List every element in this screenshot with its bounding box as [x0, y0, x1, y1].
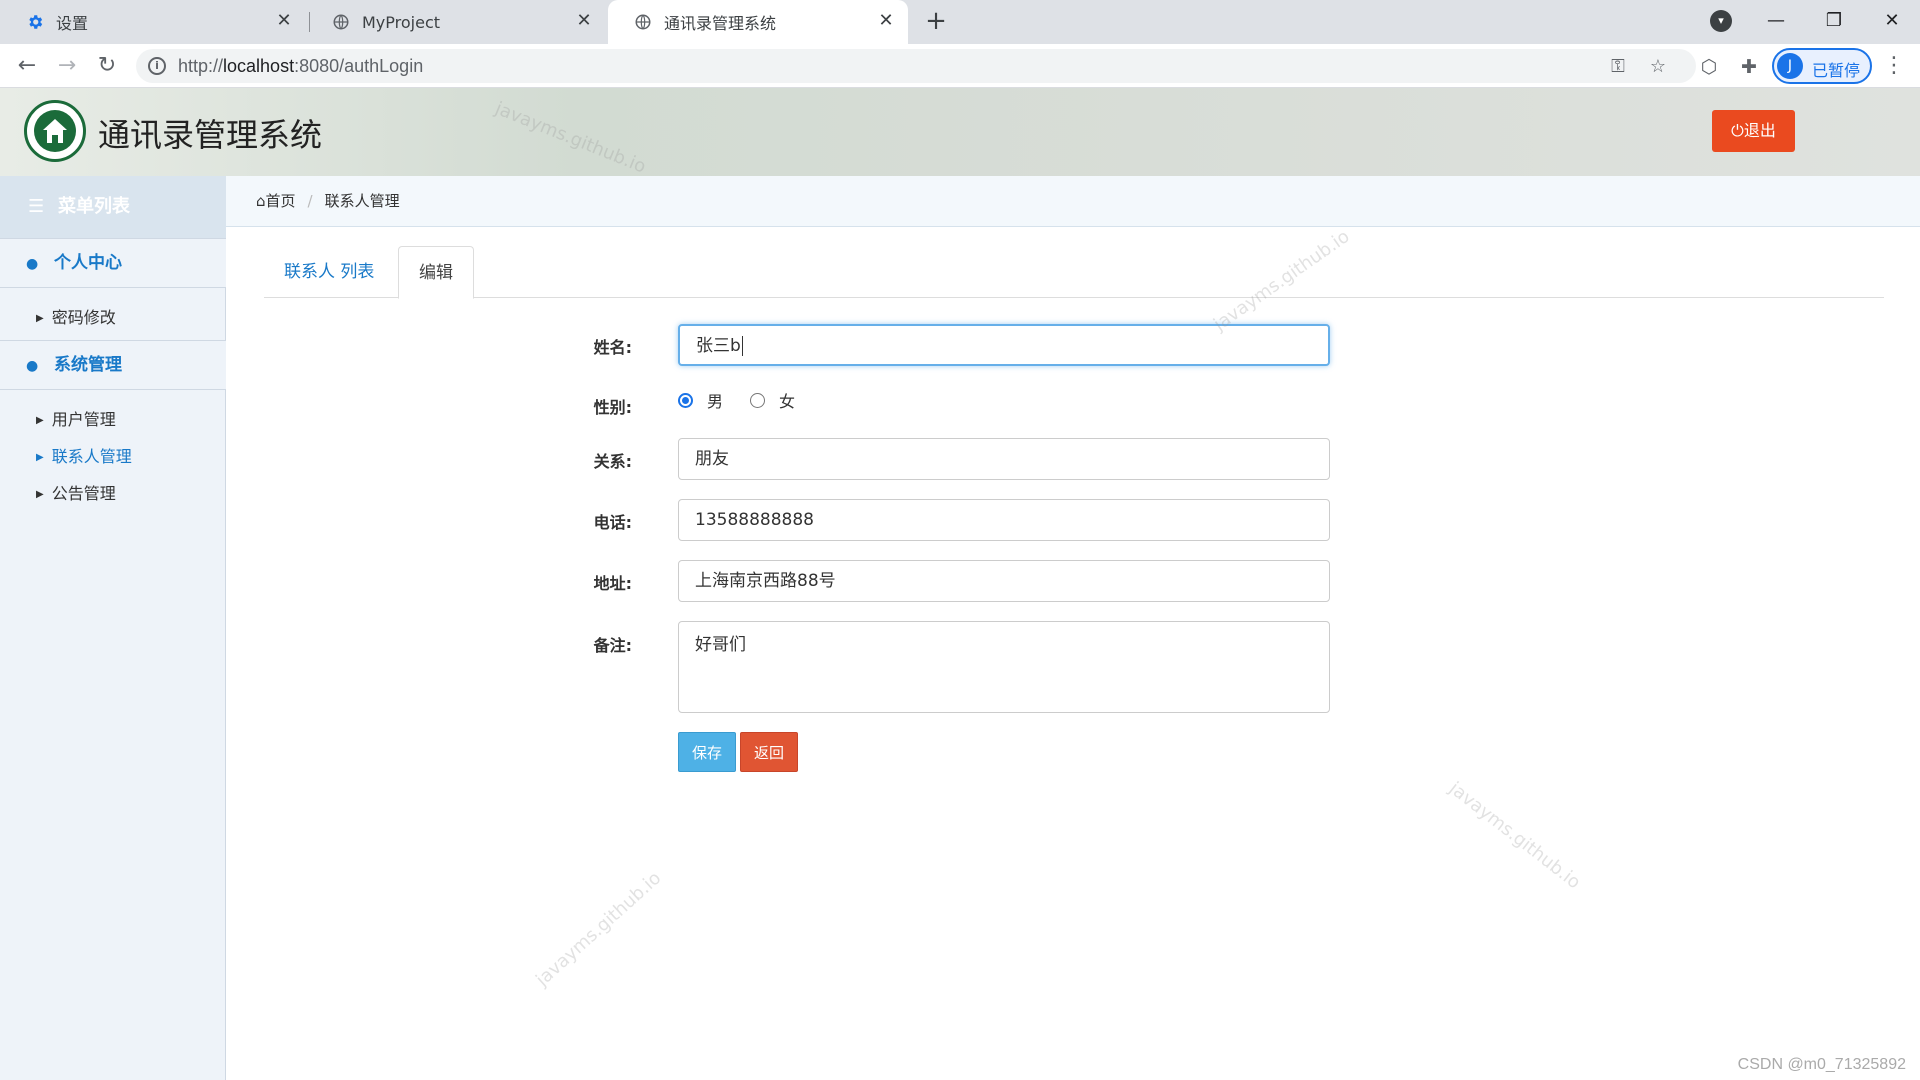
sidebar-group-personal[interactable]: ● 个人中心	[0, 238, 226, 288]
globe-icon	[634, 13, 652, 31]
browser-tab-active[interactable]: 通讯录管理系统 ✕	[608, 0, 908, 44]
user-icon: ●	[26, 358, 39, 374]
browser-tab-title: 设置	[56, 14, 89, 33]
text-caret: ​	[741, 336, 743, 356]
caret-right-icon: ▶	[36, 313, 44, 324]
relation-label: 关系:	[593, 452, 632, 471]
more-menu-icon[interactable]: ⋮	[1880, 52, 1908, 80]
key-icon[interactable]: ⚿	[1606, 55, 1630, 79]
restore-icon[interactable]: ❐	[1814, 6, 1854, 36]
sidebar-group-system[interactable]: ● 系统管理	[0, 340, 226, 390]
phone-input[interactable]: 13588888888	[678, 499, 1330, 541]
sidebar-item-contacts[interactable]: ▶ 联系人管理	[36, 443, 132, 467]
url-text[interactable]: http://localhost:8080/authLogin	[178, 56, 423, 77]
browser-tab-title: MyProject	[362, 12, 441, 32]
caret-right-icon: ▶	[36, 489, 44, 500]
gender-male-option[interactable]: 男	[678, 388, 723, 412]
content-tabs: 联系人 列表 编辑	[264, 246, 1884, 299]
new-tab-button[interactable]: +	[922, 8, 950, 36]
logout-button[interactable]: ⏻退出	[1712, 110, 1795, 152]
note-textarea[interactable]: 好哥们	[678, 621, 1330, 713]
address-input[interactable]: 上海南京西路88号	[678, 560, 1330, 602]
list-icon: ☰	[28, 196, 45, 217]
address-bar[interactable]: i http://localhost:8080/authLogin ⚿ ☆	[136, 49, 1696, 83]
logo	[24, 100, 86, 162]
reload-icon[interactable]: ↻	[92, 51, 122, 81]
gear-icon	[26, 13, 44, 31]
forward-arrow-icon[interactable]: →	[52, 51, 82, 81]
note-label: 备注:	[593, 636, 632, 655]
power-icon: ⏻	[1731, 121, 1744, 140]
caret-right-icon: ▶	[36, 415, 44, 426]
globe-icon	[332, 13, 350, 31]
app-header: 通讯录管理系统 ⏻退出	[0, 88, 1920, 176]
user-icon: ●	[26, 256, 39, 272]
breadcrumb: ⌂首页 / 联系人管理	[226, 176, 1920, 227]
browser-toolbar: ← → ↻ i http://localhost:8080/authLogin …	[0, 44, 1920, 88]
credit-text: CSDN @m0_71325892	[1737, 1056, 1906, 1073]
relation-input[interactable]: 朋友	[678, 438, 1330, 480]
sidebar-item-password[interactable]: ▶ 密码修改	[36, 304, 116, 328]
browser-tab-title: 通讯录管理系统	[664, 14, 777, 33]
close-icon[interactable]: ✕	[274, 11, 294, 31]
window-close-icon[interactable]: ✕	[1872, 6, 1912, 36]
sidebar-header: ☰ 菜单列表	[0, 176, 226, 238]
bookmark-star-icon[interactable]: ☆	[1646, 55, 1670, 79]
name-input[interactable]: 张三b​	[678, 324, 1330, 366]
save-button[interactable]: 保存	[678, 732, 736, 772]
watermark: javayms.github.io	[1445, 778, 1585, 894]
sidebar-item-users[interactable]: ▶ 用户管理	[36, 406, 116, 430]
breadcrumb-current: 联系人管理	[324, 192, 400, 210]
extension-hex-icon[interactable]: ⬡	[1696, 54, 1722, 80]
tab-contact-list[interactable]: 联系人 列表	[264, 246, 394, 298]
site-info-icon[interactable]: i	[148, 57, 166, 75]
gender-label: 性别:	[593, 398, 632, 417]
back-button[interactable]: 返回	[740, 732, 798, 772]
address-label: 地址:	[593, 574, 632, 593]
avatar: J	[1777, 53, 1803, 79]
browser-tab-strip: 设置 ✕ MyProject ✕ 通讯录管理系统 ✕ + ▾ — ❐ ✕	[0, 0, 1920, 44]
profile-status: 已暂停	[1812, 61, 1861, 80]
caret-right-icon: ▶	[36, 452, 44, 463]
breadcrumb-home[interactable]: 首页	[266, 192, 296, 210]
back-arrow-icon[interactable]: ←	[12, 51, 42, 81]
app-title: 通讯录管理系统	[98, 116, 323, 154]
watermark: javayms.github.io	[532, 867, 666, 991]
gender-female-option[interactable]: 女	[750, 388, 795, 412]
sidebar: ☰ 菜单列表 ● 个人中心 ▶ 密码修改 ● 系统管理 ▶ 用户管理 ▶ 联系人管理 ▶ 公告…	[0, 176, 226, 1080]
radio-female[interactable]	[750, 392, 765, 408]
tab-edit[interactable]: 编辑	[398, 246, 474, 299]
minimize-icon[interactable]: —	[1756, 6, 1796, 36]
radio-male[interactable]	[678, 392, 693, 408]
browser-tab-settings[interactable]: 设置 ✕	[0, 0, 306, 44]
phone-label: 电话:	[593, 513, 632, 532]
sidebar-item-announcements[interactable]: ▶ 公告管理	[36, 480, 116, 504]
tab-search-icon[interactable]: ▾	[1710, 10, 1732, 32]
home-icon[interactable]: ⌂	[256, 192, 266, 210]
close-icon[interactable]: ✕	[574, 11, 594, 31]
breadcrumb-separator: /	[307, 192, 313, 210]
close-icon[interactable]: ✕	[876, 11, 896, 31]
browser-tab-myproject[interactable]: MyProject ✕	[306, 0, 606, 44]
profile-button[interactable]: J 已暂停	[1772, 48, 1872, 84]
puzzle-icon[interactable]: ✚	[1736, 54, 1762, 80]
name-label: 姓名:	[593, 338, 632, 357]
